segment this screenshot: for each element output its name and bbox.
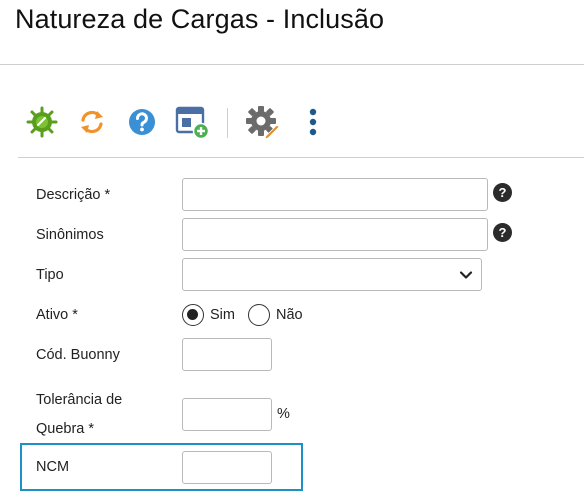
sinonimos-help-icon[interactable]: ? [493, 223, 512, 242]
descricao-help-icon[interactable]: ? [493, 183, 512, 202]
ativo-label: Ativo * [36, 307, 78, 323]
more-vertical-icon[interactable] [295, 104, 331, 140]
tolerancia-label-line2: Quebra * [36, 421, 95, 437]
ativo-radio-sim[interactable] [182, 304, 204, 326]
toolbar [0, 100, 584, 150]
bug-icon[interactable] [24, 104, 60, 140]
help-circle-icon[interactable] [124, 104, 160, 140]
tolerancia-label-line1: Tolerância de [36, 392, 123, 408]
cod-buonny-label: Cód. Buonny [36, 347, 120, 363]
descricao-label: Descrição * [36, 187, 111, 203]
descricao-input[interactable] [182, 178, 488, 211]
toolbar-separator [227, 108, 228, 138]
page-title: Natureza de Cargas - Inclusão [15, 4, 385, 34]
tipo-label: Tipo [36, 267, 64, 283]
sinonimos-input[interactable] [182, 218, 488, 251]
tolerancia-unit: % [277, 406, 290, 422]
toolbar-divider [18, 157, 584, 158]
gear-edit-icon[interactable] [244, 104, 280, 140]
sinonimos-label: Sinônimos [36, 227, 104, 243]
title-divider [0, 64, 584, 65]
refresh-icon[interactable] [74, 104, 110, 140]
ativo-radio-sim-label[interactable]: Sim [210, 307, 235, 323]
tolerancia-input[interactable] [182, 398, 272, 431]
add-window-icon[interactable] [174, 104, 210, 140]
ncm-input[interactable] [182, 451, 272, 484]
ativo-radio-nao[interactable] [248, 304, 270, 326]
ncm-label: NCM [36, 459, 70, 475]
chevron-down-icon [459, 271, 473, 279]
ativo-radio-nao-label[interactable]: Não [276, 307, 303, 323]
cod-buonny-input[interactable] [182, 338, 272, 371]
tipo-select[interactable] [182, 258, 482, 291]
